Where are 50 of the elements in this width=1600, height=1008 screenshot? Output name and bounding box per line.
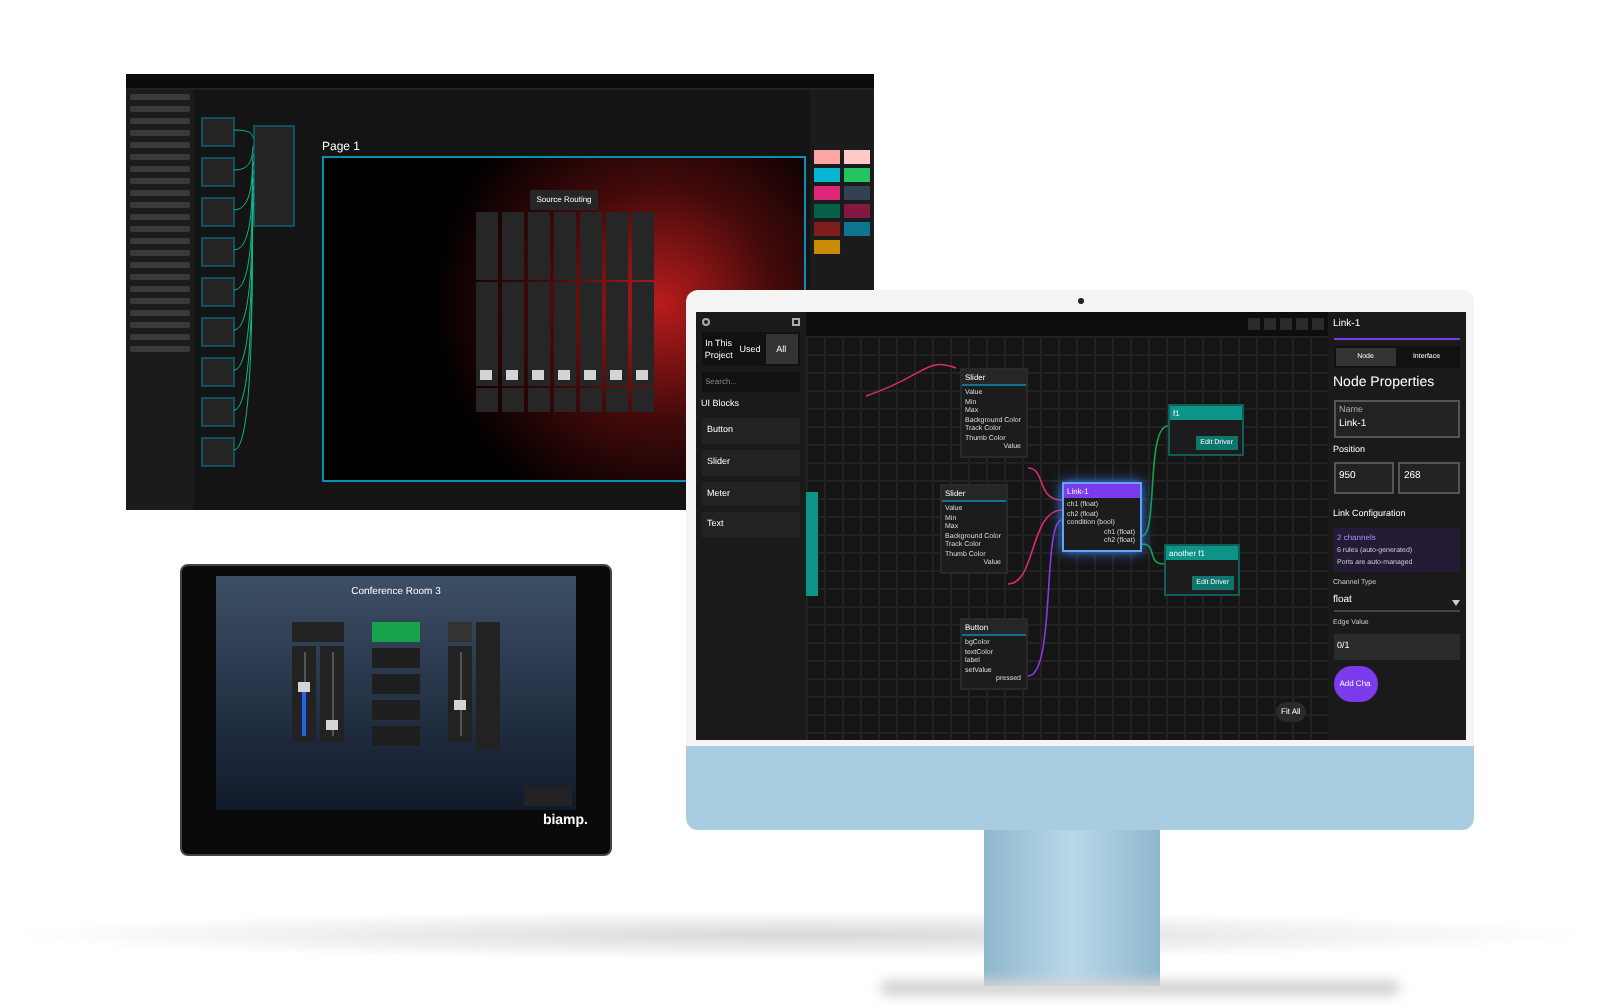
graph-node bbox=[201, 237, 235, 267]
color-swatch[interactable] bbox=[814, 240, 840, 254]
slider-track[interactable] bbox=[292, 645, 316, 741]
slider-thumb[interactable] bbox=[454, 700, 466, 711]
fader-thumb bbox=[584, 370, 596, 380]
source-button[interactable] bbox=[372, 673, 420, 693]
color-swatch[interactable] bbox=[844, 204, 870, 218]
fader-thumb bbox=[480, 370, 492, 380]
color-swatch[interactable] bbox=[844, 222, 870, 236]
fader-thumb bbox=[636, 370, 648, 380]
connection-wire bbox=[233, 129, 255, 139]
color-swatch[interactable] bbox=[844, 186, 870, 200]
caret-icon bbox=[1451, 599, 1459, 605]
color-swatch[interactable] bbox=[814, 186, 840, 200]
source-button[interactable] bbox=[372, 621, 420, 641]
mute-block bbox=[292, 621, 344, 641]
fader-thumb bbox=[558, 370, 570, 380]
color-swatch[interactable] bbox=[844, 150, 870, 164]
slider-thumb[interactable] bbox=[326, 719, 338, 730]
source-button[interactable] bbox=[372, 647, 420, 667]
fader-thumb bbox=[506, 370, 518, 380]
graph-node bbox=[201, 277, 235, 307]
level-meter bbox=[476, 621, 500, 749]
fader-thumb bbox=[532, 370, 544, 380]
slider-track[interactable] bbox=[448, 645, 472, 741]
fader-thumb bbox=[610, 370, 622, 380]
color-swatch[interactable] bbox=[814, 204, 840, 218]
slider-thumb[interactable] bbox=[298, 681, 310, 692]
color-swatch[interactable] bbox=[814, 150, 840, 164]
camera-icon bbox=[1077, 298, 1083, 304]
settings-icon[interactable] bbox=[701, 318, 709, 326]
graph-node bbox=[201, 197, 235, 227]
graph-node bbox=[201, 437, 235, 467]
mute-block bbox=[448, 621, 472, 641]
connection-wire bbox=[1140, 425, 1168, 537]
graph-node bbox=[201, 317, 235, 347]
connection-wire bbox=[1026, 467, 1062, 501]
graph-node bbox=[201, 397, 235, 427]
color-swatch[interactable] bbox=[814, 222, 840, 236]
graph-node bbox=[201, 357, 235, 387]
color-swatch[interactable] bbox=[844, 168, 870, 182]
connection-wire bbox=[1140, 543, 1164, 565]
color-swatch[interactable] bbox=[814, 168, 840, 182]
source-button[interactable] bbox=[372, 699, 420, 719]
graph-node bbox=[201, 117, 235, 147]
graph-node bbox=[253, 125, 295, 227]
graph-node bbox=[201, 157, 235, 187]
connection-wire bbox=[864, 363, 956, 397]
slider-track[interactable] bbox=[320, 645, 344, 741]
panel-toggle-icon[interactable] bbox=[791, 318, 799, 326]
